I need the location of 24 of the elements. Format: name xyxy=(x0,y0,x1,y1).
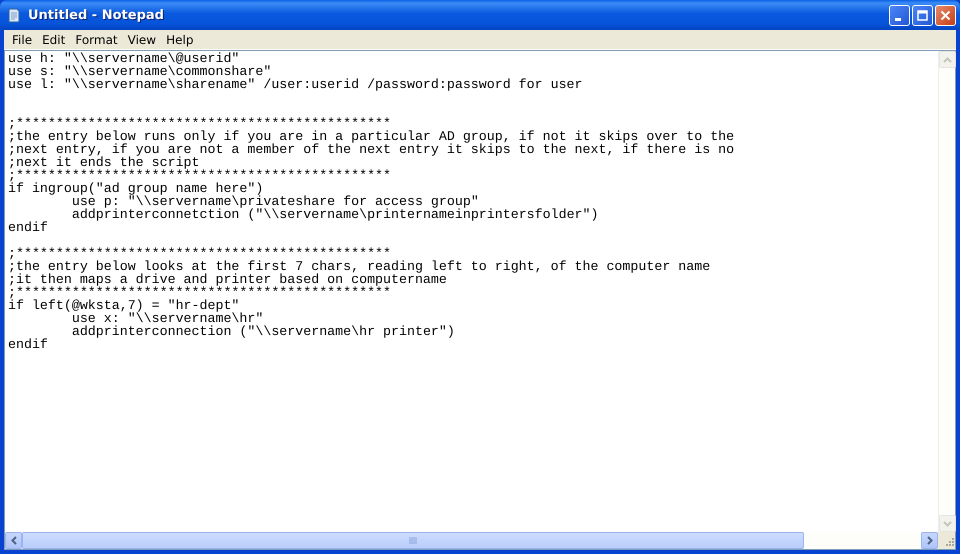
scroll-thumb[interactable] xyxy=(22,532,804,549)
menu-item[interactable]: Help xyxy=(161,32,198,46)
minimize-icon xyxy=(895,18,901,20)
minimize-button[interactable] xyxy=(889,4,910,26)
maximize-icon xyxy=(917,10,928,20)
chevron-up-icon xyxy=(943,56,952,62)
close-icon xyxy=(940,10,951,20)
menu-item[interactable]: View xyxy=(122,32,162,46)
menu-item[interactable]: Format xyxy=(70,32,123,46)
menu-item[interactable]: Edit xyxy=(37,32,70,46)
chevron-down-icon xyxy=(943,520,952,526)
horizontal-scrollbar[interactable] xyxy=(5,532,938,549)
maximize-button[interactable] xyxy=(912,4,933,26)
chevron-left-icon xyxy=(10,536,16,545)
chevron-right-icon xyxy=(926,536,932,545)
scroll-left-button[interactable] xyxy=(5,532,22,549)
notepad-icon xyxy=(6,7,22,23)
vertical-scrollbar[interactable] xyxy=(938,51,955,532)
window-title: Untitled - Notepad xyxy=(28,8,165,22)
resize-grip-icon[interactable] xyxy=(943,537,955,549)
close-button[interactable] xyxy=(935,4,956,26)
menu-item[interactable]: File xyxy=(7,32,38,46)
scroll-right-button[interactable] xyxy=(921,532,938,549)
scroll-up-button[interactable] xyxy=(939,51,956,68)
